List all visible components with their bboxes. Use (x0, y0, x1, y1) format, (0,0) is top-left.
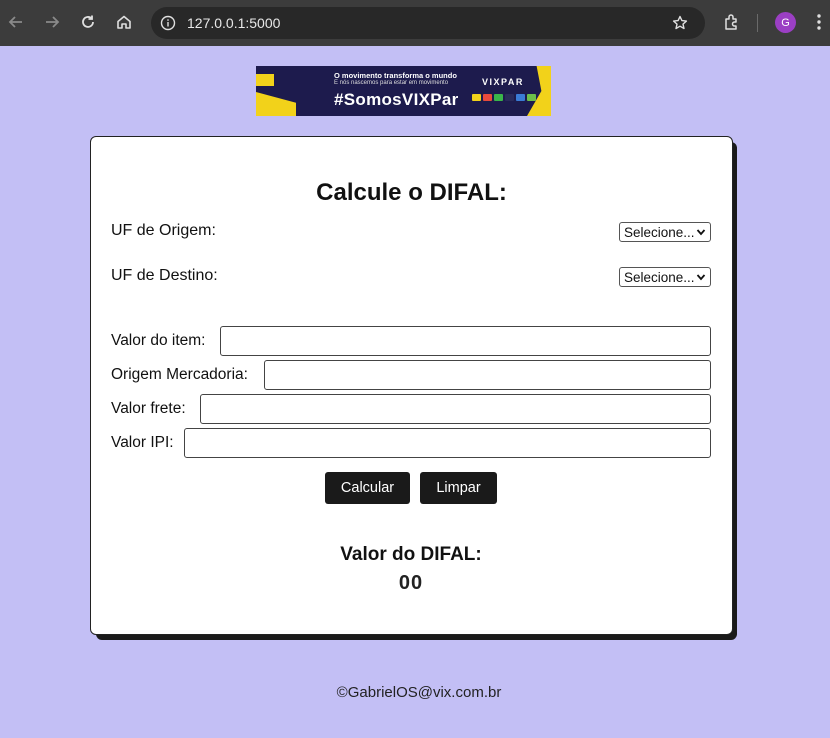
partner-logo (494, 94, 503, 101)
valor-ipi-label: Valor IPI: (111, 434, 174, 451)
valor-frete-label: Valor frete: (111, 400, 186, 417)
home-button[interactable] (113, 11, 135, 33)
banner-arrow-decoration (527, 66, 551, 116)
back-arrow-icon (8, 16, 22, 28)
banner-subtagline: E nós nascemos para estar em movimento (334, 80, 449, 86)
chevron-down-icon (696, 229, 706, 236)
extensions-button[interactable] (721, 11, 743, 33)
uf-destino-selected-value: Selecione... (624, 269, 695, 285)
calcular-button[interactable]: Calcular (325, 472, 410, 504)
difal-form-card: Calcule o DIFAL: UF de Origem: Selecione… (90, 136, 733, 635)
uf-origem-label: UF de Origem: (111, 222, 216, 239)
banner-hashtag: #SomosVIXPar (334, 90, 459, 109)
banner-tagline: O movimento transforma o mundo (334, 71, 457, 80)
reload-button[interactable] (77, 11, 99, 33)
browser-toolbar: 127.0.0.1:5000 G (0, 0, 830, 46)
uf-destino-label: UF de Destino: (111, 267, 218, 284)
profile-avatar[interactable]: G (775, 12, 796, 33)
url-text: 127.0.0.1:5000 (187, 15, 281, 31)
partner-logo (516, 94, 525, 101)
partner-logo (483, 94, 492, 101)
origem-mercadoria-input[interactable] (264, 360, 711, 390)
footer-contact: ©GabrielOS@vix.com.br (336, 684, 502, 701)
valor-ipi-input[interactable] (184, 428, 711, 458)
home-icon (117, 15, 131, 29)
partner-logo (527, 94, 536, 101)
kebab-menu-icon (817, 14, 821, 30)
valor-item-label: Valor do item: (111, 332, 206, 349)
back-button[interactable] (5, 11, 27, 33)
partner-logo (472, 94, 481, 101)
site-info-icon[interactable] (160, 15, 176, 31)
forward-arrow-icon (46, 16, 60, 28)
reload-icon (82, 15, 94, 28)
uf-origem-select[interactable]: Selecione... (619, 222, 711, 242)
toolbar-divider (757, 14, 758, 32)
bookmark-star-icon[interactable] (672, 15, 688, 31)
valor-frete-input[interactable] (200, 394, 711, 424)
limpar-button[interactable]: Limpar (420, 472, 497, 504)
browser-menu-button[interactable] (808, 11, 830, 33)
uf-origem-selected-value: Selecione... (624, 224, 695, 240)
origem-mercadoria-label: Origem Mercadoria: (111, 366, 248, 383)
puzzle-icon (725, 14, 737, 30)
banner-brand-logo: VIXPAR (482, 77, 524, 87)
banner-stripe-decoration (256, 74, 274, 86)
difal-result-label: Valor do DIFAL: (340, 544, 482, 565)
banner-stripe-decoration (256, 92, 296, 116)
uf-destino-select[interactable]: Selecione... (619, 267, 711, 287)
address-bar[interactable]: 127.0.0.1:5000 (151, 7, 705, 39)
difal-result-value: 00 (398, 572, 424, 594)
banner-partner-logos (472, 94, 536, 101)
chevron-down-icon (696, 274, 706, 281)
form-title: Calcule o DIFAL: (316, 179, 507, 206)
valor-item-input[interactable] (220, 326, 711, 356)
vixpar-banner: O movimento transforma o mundo E nós nas… (256, 66, 551, 116)
forward-button[interactable] (41, 11, 63, 33)
partner-logo (505, 94, 514, 101)
